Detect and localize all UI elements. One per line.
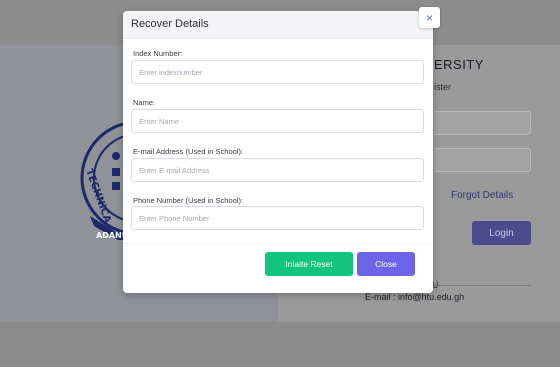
- name-input[interactable]: [131, 109, 424, 133]
- phone-number-label: Phone Number (Used in School):: [133, 196, 244, 205]
- login-button[interactable]: Login: [472, 221, 531, 245]
- page-bottom-area: [0, 322, 560, 367]
- email-input[interactable]: [131, 158, 424, 182]
- email-label: E-mail Address (Used in School):: [133, 147, 244, 156]
- footer-divider: [434, 285, 531, 286]
- initiate-reset-button[interactable]: Iniaite Reset: [265, 252, 353, 276]
- phone-number-input[interactable]: [131, 206, 424, 230]
- contact-email: E-mail : info@htu.edu.gh: [365, 292, 465, 302]
- university-title: ERSITY: [434, 57, 484, 72]
- login-subtitle: ister: [434, 82, 452, 92]
- username-input[interactable]: [434, 111, 531, 135]
- index-number-input[interactable]: [131, 60, 424, 84]
- index-number-label: Index Number:: [133, 49, 183, 58]
- name-label: Name:: [133, 98, 156, 107]
- modal-header: Recover Details: [123, 11, 433, 39]
- recover-details-modal: Recover Details Index Number: Name: E-ma…: [123, 11, 433, 293]
- close-icon[interactable]: ×: [419, 7, 440, 28]
- modal-footer-divider: [123, 243, 433, 244]
- close-button[interactable]: Close: [357, 252, 415, 276]
- modal-title: Recover Details: [131, 18, 209, 30]
- password-input[interactable]: [434, 148, 531, 172]
- forgot-details-link[interactable]: Forgot Details: [451, 190, 513, 201]
